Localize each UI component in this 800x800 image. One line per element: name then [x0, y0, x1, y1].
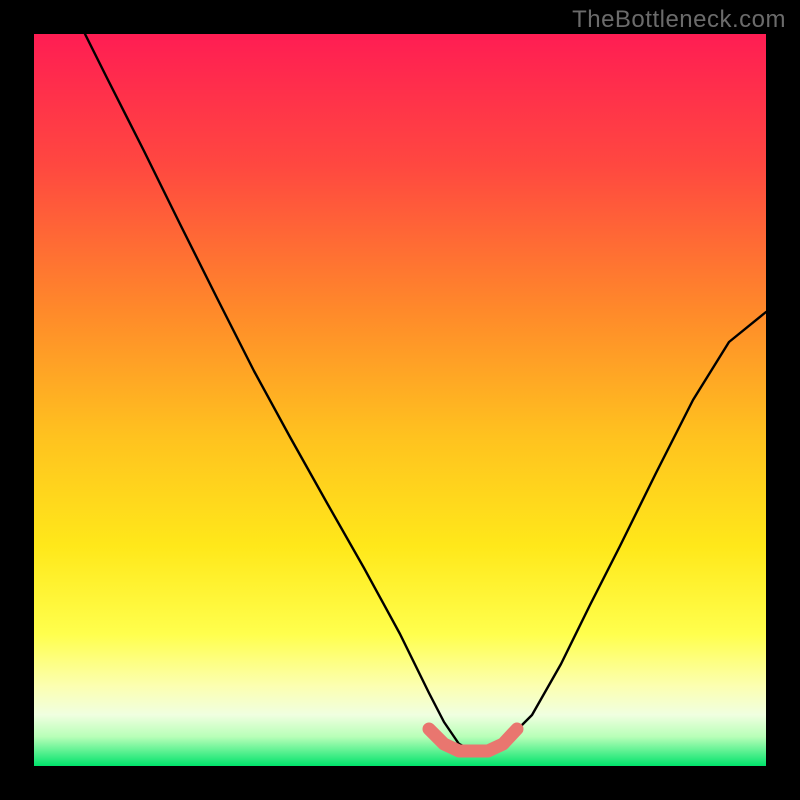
chart-frame: TheBottleneck.com — [0, 0, 800, 800]
chart-svg — [34, 34, 766, 766]
gradient-background — [34, 34, 766, 766]
plot-area — [34, 34, 766, 766]
watermark-text: TheBottleneck.com — [572, 6, 786, 34]
